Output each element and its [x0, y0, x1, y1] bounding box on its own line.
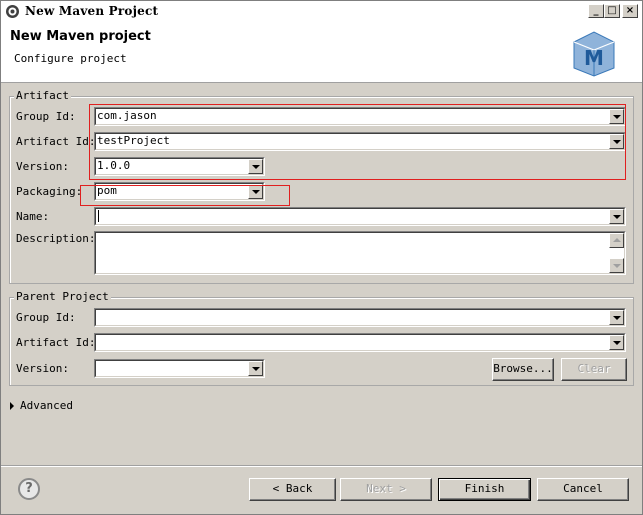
- advanced-label: Advanced: [20, 399, 73, 412]
- parent-version-label: Version:: [16, 362, 69, 375]
- name-combo[interactable]: [94, 207, 626, 226]
- close-button[interactable]: ×: [622, 4, 638, 18]
- text-cursor: [98, 210, 99, 222]
- browse-button[interactable]: Browse...: [492, 358, 554, 381]
- scroll-up-arrow-icon[interactable]: [609, 233, 624, 248]
- name-dropdown-arrow-icon[interactable]: [609, 209, 624, 224]
- maximize-button[interactable]: □: [604, 4, 620, 18]
- clear-button[interactable]: Clear: [561, 358, 627, 381]
- finish-button[interactable]: Finish: [438, 478, 531, 501]
- description-label: Description:: [16, 232, 96, 245]
- title-bar[interactable]: New Maven Project _ □ ×: [1, 1, 642, 22]
- highlight-box-packaging: [80, 185, 290, 206]
- advanced-section-toggle[interactable]: Advanced: [10, 399, 73, 413]
- parent-version-combo[interactable]: [94, 359, 265, 378]
- maven-logo-icon: M: [573, 31, 615, 77]
- cancel-button[interactable]: Cancel: [537, 478, 629, 501]
- description-textarea[interactable]: [94, 231, 626, 275]
- maven-logo-letter: M: [584, 46, 604, 70]
- artifact-id-label: Artifact Id:: [16, 135, 96, 148]
- help-icon[interactable]: ?: [18, 478, 40, 500]
- eclipse-gear-icon: [6, 5, 19, 18]
- back-button[interactable]: < Back: [249, 478, 336, 501]
- wizard-header: New Maven project Configure project M: [1, 22, 642, 83]
- version-label: Version:: [16, 160, 69, 173]
- parent-group-id-dropdown-arrow-icon[interactable]: [609, 310, 624, 325]
- scroll-down-arrow-icon[interactable]: [609, 258, 624, 273]
- group-id-label: Group Id:: [16, 110, 76, 123]
- new-maven-project-dialog: New Maven Project _ □ × New Maven projec…: [0, 0, 643, 515]
- artifact-group-label: Artifact: [14, 89, 71, 103]
- parent-artifact-id-label: Artifact Id:: [16, 336, 96, 349]
- parent-version-dropdown-arrow-icon[interactable]: [248, 361, 263, 376]
- parent-artifact-id-dropdown-arrow-icon[interactable]: [609, 335, 624, 350]
- minimize-button[interactable]: _: [588, 4, 604, 18]
- parent-artifact-id-combo[interactable]: [94, 333, 626, 352]
- packaging-label: Packaging:: [16, 185, 83, 198]
- parent-project-group-label: Parent Project: [14, 290, 111, 304]
- name-label: Name:: [16, 210, 50, 223]
- page-title: New Maven project: [10, 29, 151, 44]
- page-subtitle: Configure project: [14, 52, 127, 65]
- parent-group-id-label: Group Id:: [16, 311, 76, 324]
- footer-separator: [1, 465, 642, 467]
- highlight-box-coordinates: [89, 104, 626, 180]
- next-button[interactable]: Next >: [340, 478, 432, 501]
- window-title: New Maven Project: [25, 4, 159, 18]
- parent-group-id-combo[interactable]: [94, 308, 626, 327]
- expand-triangle-icon: [10, 402, 14, 410]
